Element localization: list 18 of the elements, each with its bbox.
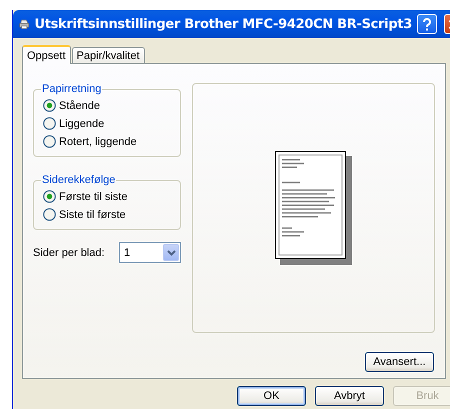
radio-button[interactable]: Rotert, liggende — [43, 133, 180, 150]
help-button[interactable] — [417, 14, 437, 34]
radio-button[interactable]: Første til siste — [43, 188, 180, 205]
tab[interactable]: Papir/kvalitet — [72, 47, 145, 63]
dialog-button[interactable]: Avbryt — [315, 386, 384, 406]
group-title: Siderekkefølge — [41, 174, 116, 186]
radio-button[interactable]: Siste til første — [43, 206, 180, 223]
window-title: Utskriftsinnstillinger Brother MFC-9420CN BR-Script3 — [34, 16, 412, 32]
radio-button[interactable]: Stående — [43, 97, 180, 114]
group-title: Papirretning — [41, 83, 102, 95]
chevron-down-icon — [166, 250, 176, 256]
tab[interactable]: Oppsett — [22, 45, 71, 64]
radio-button[interactable]: Liggende — [43, 115, 180, 132]
field-label: Sider per blad: — [33, 246, 106, 258]
advanced-button[interactable]: Avansert... — [365, 352, 434, 372]
question-mark-icon — [422, 18, 432, 30]
dropdown[interactable]: 1 — [119, 242, 181, 263]
dialog-button[interactable]: OK — [237, 386, 306, 406]
